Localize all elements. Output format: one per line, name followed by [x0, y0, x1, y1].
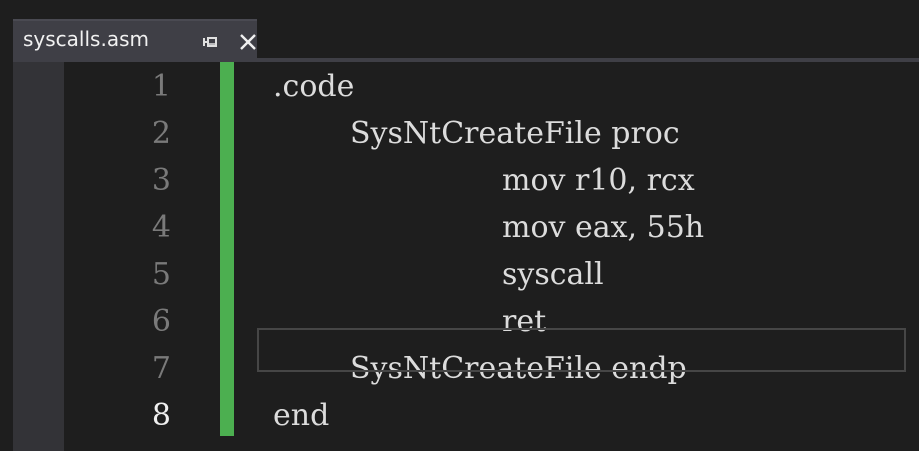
code-area[interactable]: .code SysNtCreateFile proc mov r10, rcx mov… — [270, 62, 919, 451]
current-line-highlight — [257, 328, 906, 372]
line-number-gutter: 1 2 3 4 5 6 7 8 — [64, 62, 219, 451]
close-icon[interactable] — [239, 33, 257, 51]
line-number: 7 — [151, 351, 171, 386]
tab-syscalls-asm[interactable]: syscalls.asm — [13, 19, 257, 58]
change-tracking-bar — [220, 62, 234, 436]
code-editor[interactable]: 1 2 3 4 5 6 7 8 .code SysNtCreateFile proc mov r1… — [13, 62, 919, 451]
code-line[interactable]: syscall — [502, 252, 604, 298]
editor-window: syscalls.asm 12345678 .code SysNtCreateF… — [0, 0, 919, 451]
code-line[interactable]: mov r10, rcx — [502, 158, 695, 204]
line-number: 5 — [151, 257, 171, 292]
code-line[interactable]: .code — [273, 64, 354, 110]
line-number: 1 — [151, 69, 171, 104]
tab-strip: syscalls.asm — [0, 0, 919, 58]
line-number: 6 — [151, 304, 171, 339]
tab-title: syscalls.asm — [23, 27, 149, 51]
line-number: 4 — [151, 210, 171, 245]
line-number: 2 — [151, 116, 171, 151]
code-line[interactable]: mov eax, 55h — [502, 205, 704, 251]
code-line[interactable]: end — [273, 393, 329, 439]
line-number: 3 — [151, 163, 171, 198]
line-number: 8 — [151, 398, 171, 433]
indicator-margin — [13, 62, 64, 451]
pin-icon[interactable] — [201, 33, 219, 51]
code-line[interactable]: SysNtCreateFile proc — [350, 111, 680, 157]
